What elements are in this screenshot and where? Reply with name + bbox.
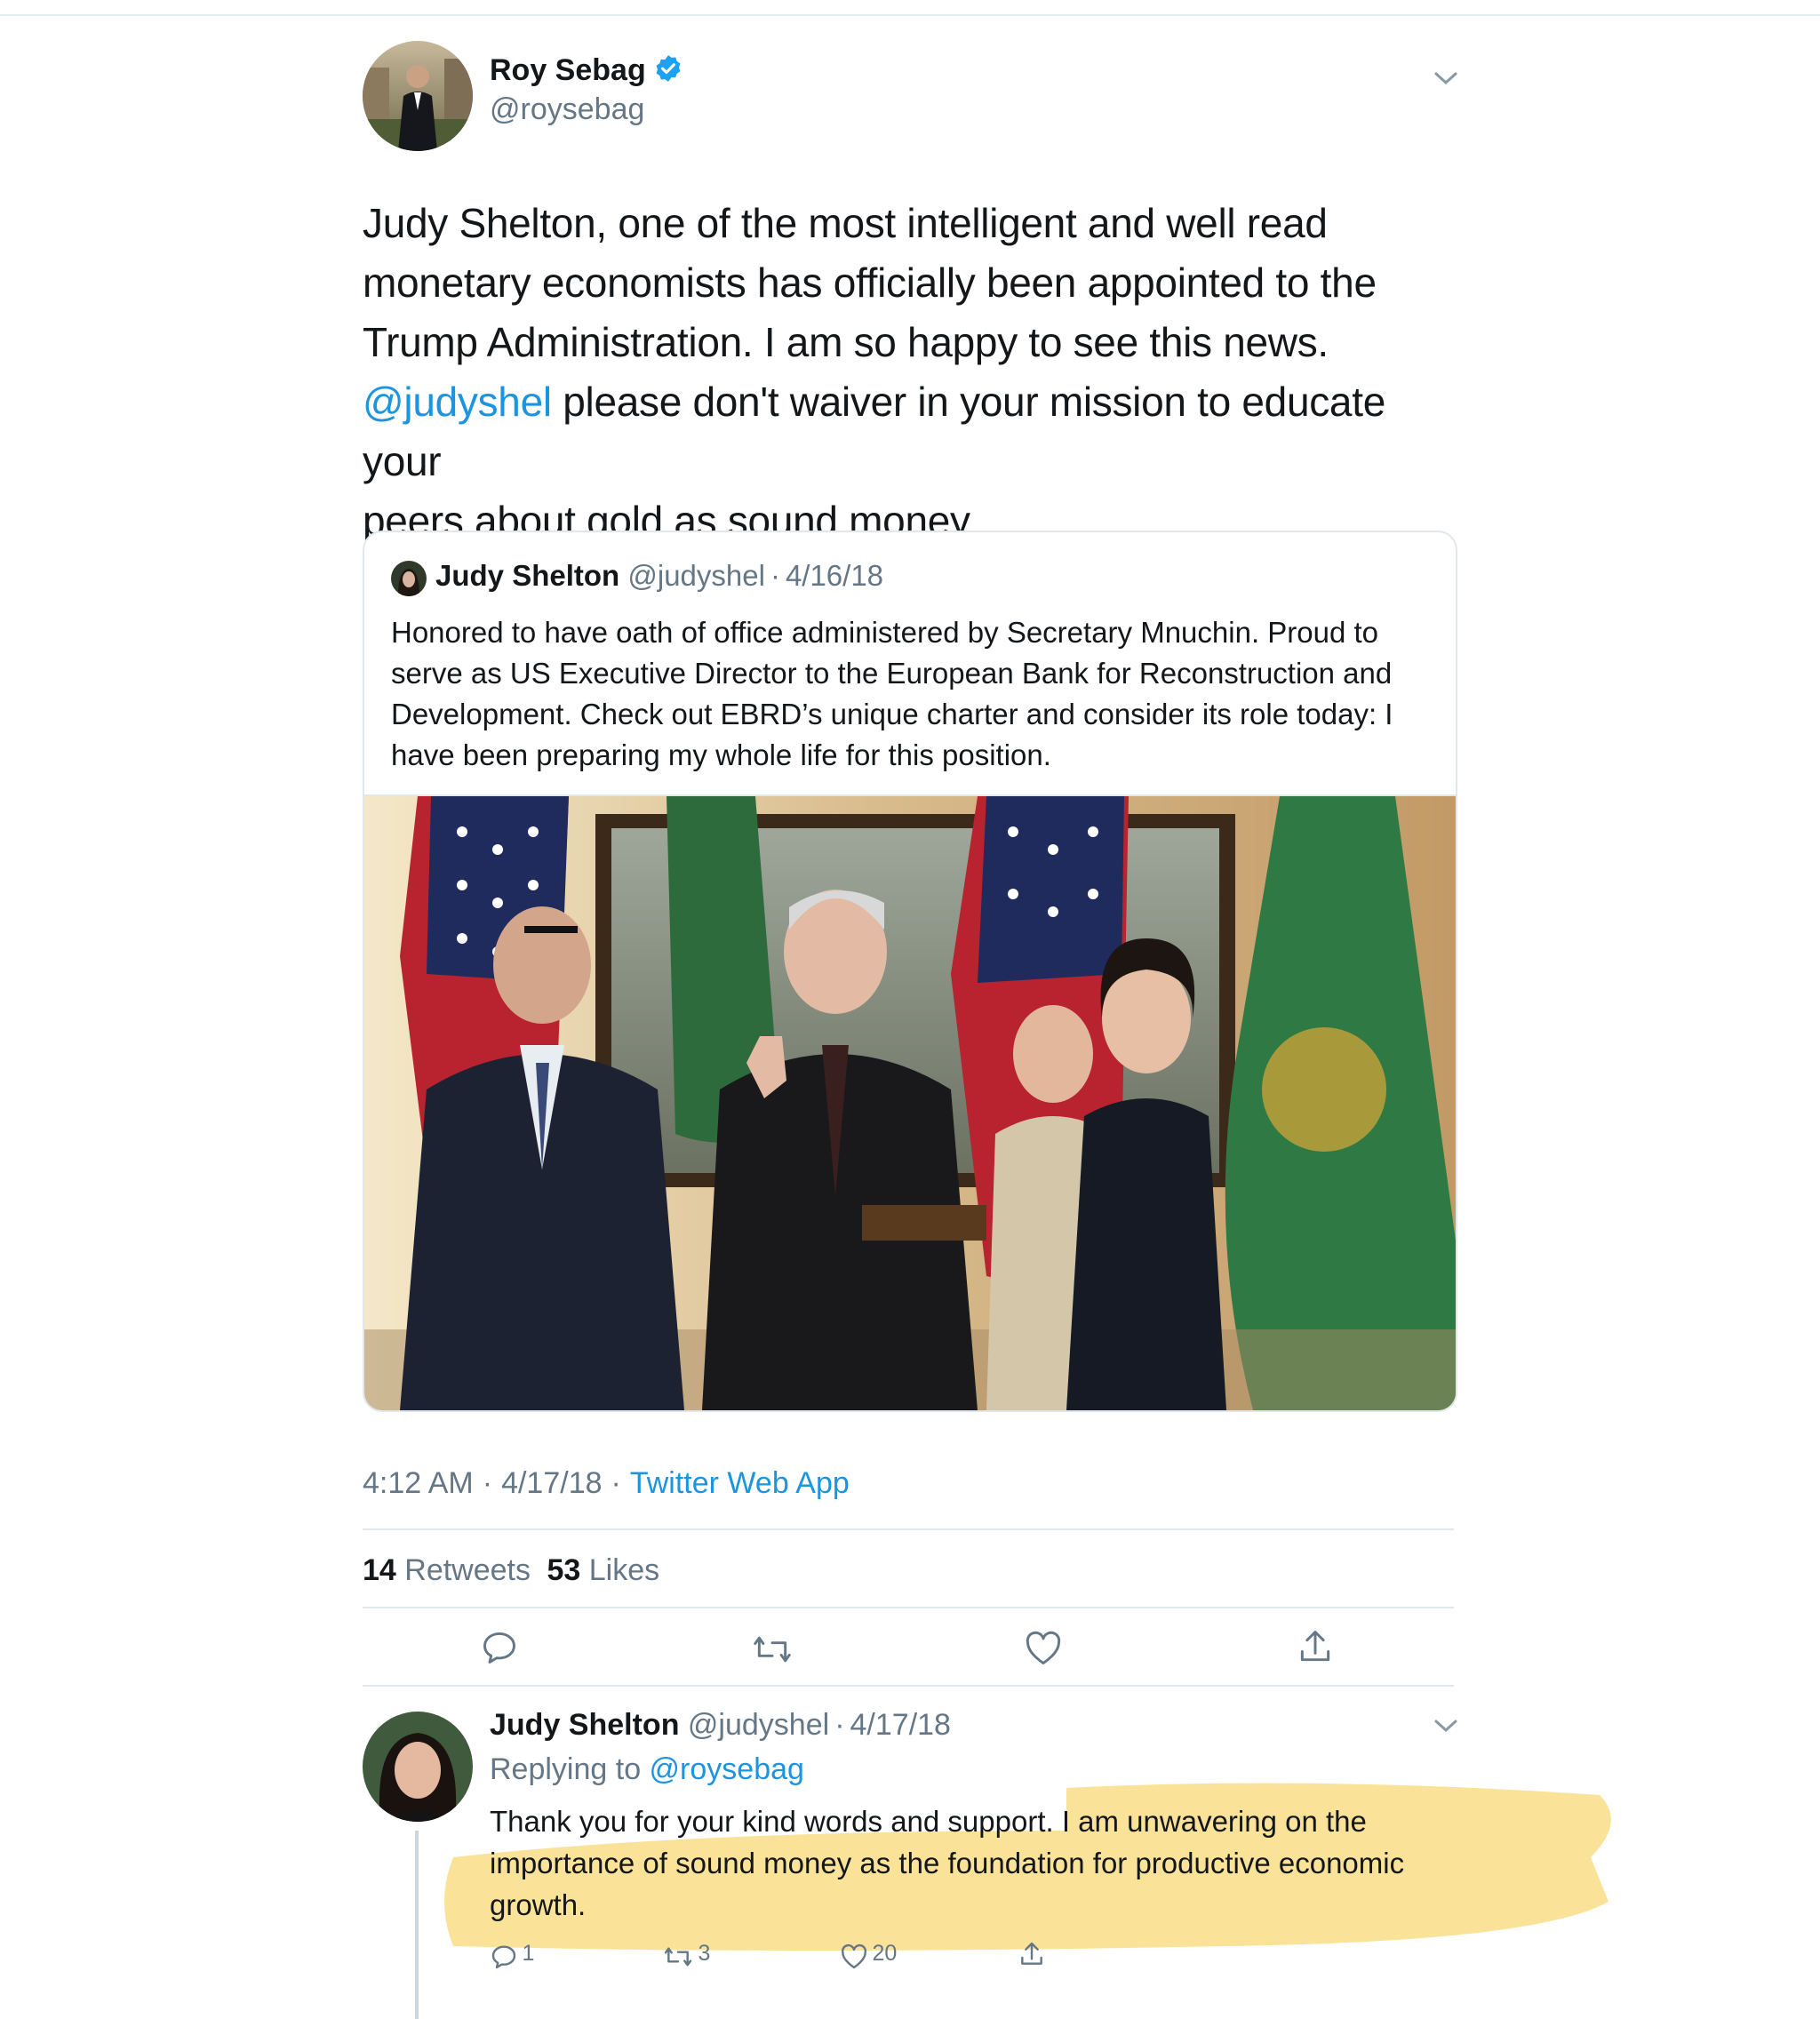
tweet-time[interactable]: 4:12 AM	[363, 1466, 474, 1500]
reply-icon[interactable]	[480, 1628, 519, 1672]
avatar-photo-icon	[391, 561, 427, 596]
reply-icon	[491, 1945, 516, 1968]
share-icon[interactable]	[1296, 1626, 1335, 1672]
quoted-author-handle: @judyshel	[627, 559, 765, 592]
quoted-text-line: have been preparing my whole life for th…	[391, 738, 1051, 771]
retweet-icon[interactable]	[751, 1630, 794, 1673]
quoted-tweet-text: Honored to have oath of office administe…	[391, 612, 1440, 776]
tweet-source-link[interactable]: Twitter Web App	[630, 1466, 850, 1500]
likes-label: Likes	[580, 1553, 660, 1587]
stats-divider-top	[363, 1528, 1454, 1530]
reply-date[interactable]: 4/17/18	[850, 1708, 951, 1742]
quoted-date: 4/16/18	[785, 559, 884, 592]
reply-text-line: importance of sound money as the foundat…	[490, 1847, 1405, 1879]
retweets-label: Retweets	[395, 1553, 531, 1587]
meta-separator: ·	[611, 1466, 621, 1500]
mention-link[interactable]: @judyshel	[363, 379, 552, 425]
like-icon	[841, 1943, 867, 1968]
meta-separator: ·	[770, 559, 780, 592]
top-border	[0, 14, 1820, 16]
likes-count: 53	[547, 1553, 581, 1587]
author-avatar[interactable]	[363, 41, 473, 151]
stats-divider-bottom	[363, 1607, 1454, 1608]
meta-separator: ·	[482, 1466, 493, 1500]
chevron-down-icon[interactable]	[1433, 1717, 1459, 1739]
retweets-count: 14	[363, 1553, 396, 1587]
quoted-author-name: Judy Shelton	[435, 559, 620, 592]
share-icon	[1021, 1942, 1042, 1965]
reply-count: 1	[522, 1941, 535, 1966]
quoted-author-avatar	[391, 561, 427, 596]
tweet-text-line: Judy Shelton, one of the most intelligen…	[363, 200, 1328, 246]
chevron-down-icon[interactable]	[1433, 69, 1459, 92]
like-count: 20	[872, 1941, 898, 1966]
reply-divider	[363, 1685, 1454, 1687]
reply-share-button[interactable]	[1018, 1939, 1046, 1974]
quoted-text-line: serve as US Executive Director to the Eu…	[391, 657, 1393, 690]
avatar-photo-icon	[363, 41, 473, 151]
thread-line	[415, 1831, 419, 2019]
likes-stat[interactable]: 53 Likes	[547, 1553, 659, 1587]
reply-text-line: Thank you for your kind words and suppor…	[490, 1805, 1367, 1838]
tweet-text-line: monetary economists has officially been …	[363, 259, 1377, 306]
reply-text: Thank you for your kind words and suppor…	[490, 1800, 1467, 1926]
like-icon[interactable]	[1024, 1630, 1063, 1672]
author-name[interactable]: Roy Sebag	[490, 53, 646, 87]
tweet-date[interactable]: 4/17/18	[501, 1466, 602, 1500]
reply-like-button[interactable]: 20	[840, 1941, 897, 1970]
retweet-icon	[664, 1947, 692, 1967]
retweet-count: 3	[698, 1941, 711, 1966]
verified-badge-icon	[653, 53, 683, 88]
reply-author-name[interactable]: Judy Shelton	[490, 1708, 679, 1742]
reply-author-handle[interactable]: @judyshel	[688, 1708, 829, 1742]
tweet-text: Judy Shelton, one of the most intelligen…	[363, 194, 1465, 551]
quoted-tweet-card[interactable]: Judy Shelton @judyshel · 4/16/18 Honored t…	[363, 531, 1457, 1412]
tweet-text-line: Trump Administration. I am so happy to s…	[363, 319, 1329, 365]
meta-separator: ·	[834, 1708, 845, 1742]
reply-text-line: growth.	[490, 1888, 587, 1921]
quoted-text-line: Honored to have oath of office administe…	[391, 616, 1379, 649]
retweets-stat[interactable]: 14 Retweets	[363, 1553, 531, 1587]
swearing-in-photo[interactable]	[364, 796, 1456, 1410]
quoted-text-line: Development. Check out EBRD’s unique cha…	[391, 698, 1393, 730]
author-handle[interactable]: @roysebag	[490, 92, 644, 127]
reply-reply-button[interactable]: 1	[490, 1941, 534, 1971]
reply-retweet-button[interactable]: 3	[662, 1941, 710, 1971]
